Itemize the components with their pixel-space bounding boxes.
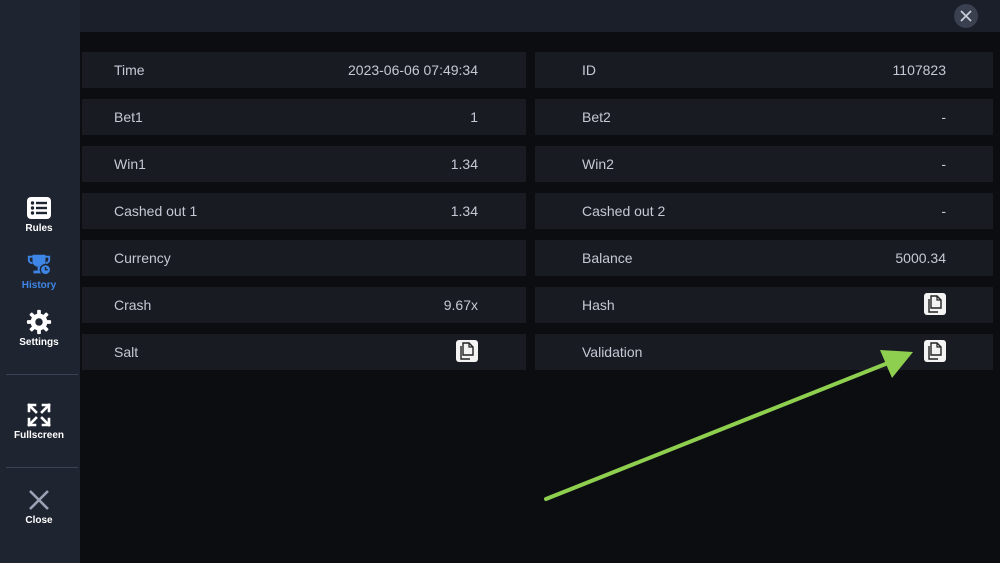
detail-row-cashed-out-2: Cashed out 2 -: [535, 193, 993, 229]
sidebar-item-label: Settings: [19, 337, 59, 348]
copy-icon: [928, 295, 942, 313]
detail-row-win1: Win1 1.34: [82, 146, 526, 182]
detail-row-validation: Validation: [535, 334, 993, 370]
sidebar-item-label: History: [21, 280, 57, 291]
detail-value: 1.34: [450, 203, 478, 219]
detail-label: Time: [114, 62, 145, 78]
detail-row-balance: Balance 5000.34: [535, 240, 993, 276]
detail-value: 9.67x: [443, 297, 478, 313]
sidebar-item-label: Close: [25, 515, 53, 526]
detail-value: 1.34: [450, 156, 478, 172]
close-icon: [26, 487, 52, 513]
detail-row-bet2: Bet2 -: [535, 99, 993, 135]
detail-value: 1107823: [892, 62, 946, 78]
sidebar-divider: [6, 467, 78, 468]
detail-label: Bet1: [114, 109, 143, 125]
copy-icon: [460, 342, 474, 360]
detail-row-bet1: Bet1 1: [82, 99, 526, 135]
top-bar: [80, 0, 1000, 32]
close-button[interactable]: [954, 4, 978, 28]
list-icon: [26, 195, 52, 221]
detail-row-hash: Hash: [535, 287, 993, 323]
detail-row-salt: Salt: [82, 334, 526, 370]
detail-label: ID: [582, 62, 596, 78]
copy-salt-button[interactable]: [456, 340, 478, 362]
detail-row-crash: Crash 9.67x: [82, 287, 526, 323]
detail-row-time: Time 2023-06-06 07:49:34: [82, 52, 526, 88]
detail-label: Validation: [582, 344, 643, 360]
detail-label: Cashed out 1: [114, 203, 198, 219]
close-icon: [960, 10, 972, 22]
detail-label: Cashed out 2: [582, 203, 666, 219]
detail-row-id: ID 1107823: [535, 52, 993, 88]
fullscreen-icon: [26, 402, 52, 428]
detail-label: Balance: [582, 250, 633, 266]
detail-label: Win1: [114, 156, 146, 172]
sidebar-item-label: Rules: [25, 223, 53, 234]
trophy-clock-icon: [26, 252, 52, 278]
copy-icon: [928, 342, 942, 360]
detail-value: -: [941, 109, 946, 125]
sidebar-item-history[interactable]: History: [0, 252, 78, 291]
detail-value: 2023-06-06 07:49:34: [348, 62, 478, 78]
sidebar-item-settings[interactable]: Settings: [0, 309, 78, 348]
sidebar-item-fullscreen[interactable]: Fullscreen: [0, 402, 78, 441]
detail-label: Salt: [114, 344, 139, 360]
sidebar: Rules History Settings Fullscreen Close: [0, 0, 80, 563]
sidebar-item-close[interactable]: Close: [0, 487, 78, 526]
detail-row-cashed-out-1: Cashed out 1 1.34: [82, 193, 526, 229]
detail-row-currency: Currency: [82, 240, 526, 276]
detail-label: Hash: [582, 297, 615, 313]
detail-label: Currency: [114, 250, 171, 266]
detail-label: Win2: [582, 156, 614, 172]
sidebar-item-label: Fullscreen: [13, 430, 65, 441]
sidebar-item-rules[interactable]: Rules: [0, 195, 78, 234]
sidebar-divider: [6, 374, 78, 375]
detail-label: Bet2: [582, 109, 611, 125]
detail-label: Crash: [114, 297, 152, 313]
detail-row-win2: Win2 -: [535, 146, 993, 182]
detail-value: 5000.34: [895, 250, 946, 266]
copy-hash-button[interactable]: [924, 293, 946, 315]
detail-value: -: [941, 203, 946, 219]
detail-value: 1: [470, 109, 478, 125]
gear-icon: [26, 309, 52, 335]
copy-validation-button[interactable]: [924, 340, 946, 362]
detail-value: -: [941, 156, 946, 172]
